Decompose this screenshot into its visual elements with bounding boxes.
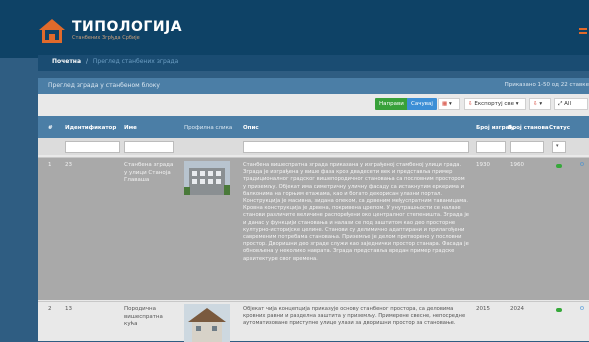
filter-year-built-input[interactable] bbox=[476, 141, 506, 153]
brand-subtitle: Станбених Згрђда Србије bbox=[72, 35, 140, 41]
view-toggle-caret: ▾ bbox=[448, 101, 452, 107]
row-flats: 2024 bbox=[510, 306, 524, 312]
create-button[interactable]: Направи bbox=[375, 98, 408, 110]
panel-title: Преглед зграда у станбеном блоку bbox=[48, 82, 160, 89]
brand-logo[interactable]: ТИПОЛОГИЈА Станбених Згрђда Србије bbox=[38, 18, 182, 44]
panel-summary: Приказано 1-50 од 22 ставке bbox=[504, 82, 589, 88]
row-flats: 1960 bbox=[510, 162, 524, 168]
table-row[interactable]: 1 23 Станбена зграда у улици Станоја Гла… bbox=[38, 157, 589, 300]
view-toggle-button[interactable]: ▦ ▾ bbox=[438, 98, 460, 110]
row-number: 1 bbox=[48, 162, 52, 168]
show-all-label: All bbox=[564, 101, 571, 107]
house-logo-icon bbox=[38, 18, 66, 44]
filter-row: ▾ bbox=[38, 138, 589, 155]
filter-id-input[interactable] bbox=[65, 141, 120, 153]
row-description: Станбена вишеспратна зграда приказана у … bbox=[243, 162, 469, 262]
export-label: Експортуј све ▾ bbox=[474, 101, 519, 107]
filter-name-input[interactable] bbox=[124, 141, 174, 153]
col-header-num: # bbox=[48, 125, 53, 131]
filter-status-select[interactable]: ▾ bbox=[552, 141, 566, 153]
status-active-icon bbox=[556, 164, 562, 168]
breadcrumb-separator: / bbox=[85, 58, 88, 65]
col-header-name[interactable]: Име bbox=[124, 125, 137, 131]
row-description: Објекат чија концепција приказује основу… bbox=[243, 306, 466, 327]
row-id: 23 bbox=[65, 162, 72, 168]
status-active-icon bbox=[556, 308, 562, 312]
row-view-icon[interactable]: ʘ bbox=[580, 162, 584, 168]
columns-icon: ⇩ bbox=[533, 101, 538, 107]
row-year-built: 2015 bbox=[476, 306, 490, 312]
row-id: 13 bbox=[65, 306, 72, 312]
row-view-icon[interactable]: ʘ bbox=[580, 306, 584, 312]
col-header-id[interactable]: Идентификатор bbox=[65, 125, 116, 131]
export-icon: ⇩ bbox=[468, 101, 473, 107]
breadcrumb-current: Преглед станбених зграда bbox=[92, 58, 179, 65]
columns-button[interactable]: ⇩ ▾ bbox=[529, 98, 551, 110]
row-year-built: 1930 bbox=[476, 162, 490, 168]
filter-flats-input[interactable] bbox=[510, 141, 544, 153]
table-row[interactable]: 2 13 Породична вишеспратна кућа Објекат … bbox=[38, 301, 589, 342]
breadcrumb: Почетна / Преглед станбених зграда bbox=[38, 55, 589, 71]
row-name: Станбена зграда у улици Станоја Главаша bbox=[124, 162, 174, 184]
filter-description-input[interactable] bbox=[243, 141, 469, 153]
col-header-image: Профилна слика bbox=[184, 125, 233, 131]
show-all-button[interactable]: ⤢ All bbox=[554, 98, 588, 110]
row-thumbnail[interactable] bbox=[184, 304, 230, 342]
panel-header: Преглед зграда у станбеном блоку Приказа… bbox=[38, 78, 589, 94]
row-number: 2 bbox=[48, 306, 52, 312]
grid-panel: Преглед зграда у станбеном блоку Приказа… bbox=[38, 78, 589, 342]
export-all-button[interactable]: ⇩ Експортуј све ▾ bbox=[464, 98, 526, 110]
brand-title: ТИПОЛОГИЈА bbox=[72, 19, 183, 35]
columns-caret: ▾ bbox=[539, 101, 543, 107]
top-header: ТИПОЛОГИЈА Станбених Згрђда Србије bbox=[0, 0, 589, 58]
hamburger-menu-icon[interactable] bbox=[579, 28, 587, 34]
row-thumbnail[interactable] bbox=[184, 161, 230, 195]
col-header-flats[interactable]: Број станова bbox=[508, 125, 549, 131]
expand-icon: ⤢ bbox=[558, 101, 563, 107]
row-name: Породична вишеспратна кућа bbox=[124, 306, 163, 328]
col-header-description[interactable]: Опис bbox=[243, 125, 259, 131]
grid-view-icon: ▦ bbox=[442, 101, 448, 107]
grid-toolbar: Направи Сачувај ▦ ▾ ⇩ Експортуј све ▾ ⇩ … bbox=[38, 94, 589, 116]
col-header-status[interactable]: Статус bbox=[549, 125, 570, 131]
save-button[interactable]: Сачувај bbox=[407, 98, 437, 110]
breadcrumb-home-link[interactable]: Почетна bbox=[52, 58, 81, 65]
